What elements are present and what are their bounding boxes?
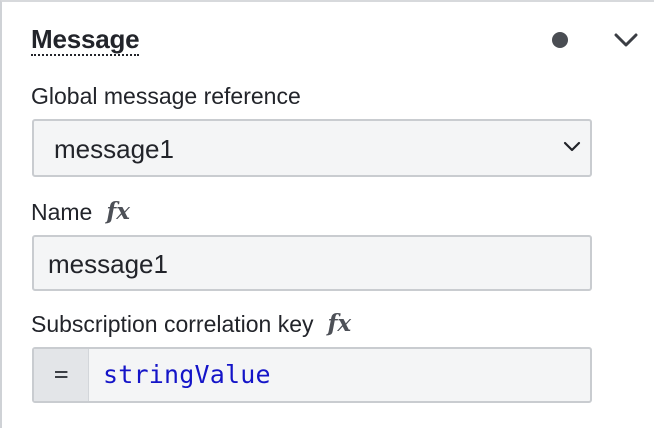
subscription-correlation-key-label-text: Subscription correlation key (31, 311, 314, 337)
fx-icon[interactable]: fx (328, 310, 352, 337)
select-value: message1 (54, 134, 174, 164)
status-dot-icon (552, 32, 568, 48)
properties-panel-group: Message Global message reference message… (0, 0, 654, 428)
name-input[interactable]: message1 (32, 235, 592, 291)
group-header[interactable]: Message (2, 2, 654, 76)
group-title: Message (31, 24, 140, 56)
name-input-value: message1 (48, 249, 168, 279)
subscription-correlation-key-label: Subscription correlation key fx (31, 310, 351, 339)
name-label-text: Name (31, 199, 93, 225)
global-message-reference-select[interactable]: message1 (32, 119, 592, 177)
subscription-correlation-key-feel-input[interactable]: = stringValue (32, 347, 592, 403)
name-label: Name fx (31, 198, 130, 227)
feel-expression-value: stringValue (103, 360, 271, 389)
chevron-down-icon[interactable] (612, 28, 640, 52)
global-message-reference-label: Global message reference (31, 83, 301, 109)
fx-icon[interactable]: fx (106, 198, 130, 225)
feel-expression-prefix: = (34, 349, 89, 401)
equals-sign: = (54, 360, 69, 388)
chevron-down-icon (562, 139, 582, 155)
